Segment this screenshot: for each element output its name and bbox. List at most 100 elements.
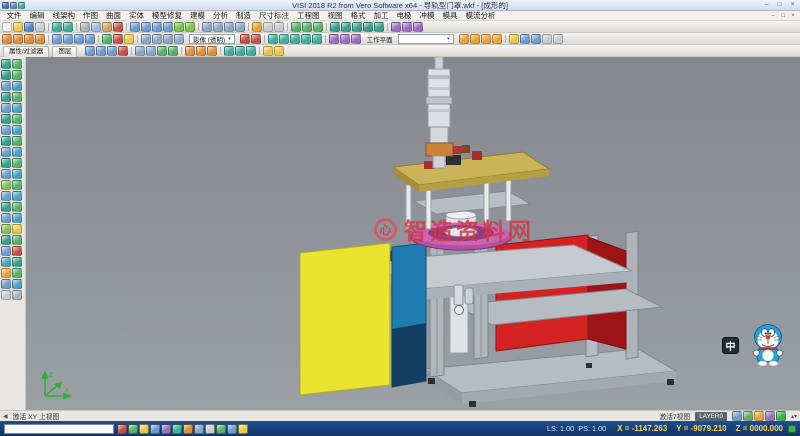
mirror-icon[interactable] — [268, 34, 278, 44]
scale-2d-icon[interactable] — [1, 169, 11, 179]
boolean-intersect-icon[interactable] — [124, 34, 134, 44]
workplane-xz-icon[interactable] — [481, 34, 491, 44]
panel-tab-layers[interactable]: 图层 — [52, 46, 77, 57]
fillet-icon[interactable] — [141, 34, 151, 44]
block-2d-icon[interactable] — [12, 213, 22, 223]
open-folder-icon[interactable] — [13, 22, 23, 32]
maximize-button[interactable]: □ — [773, 0, 786, 10]
erase-icon[interactable] — [12, 246, 22, 256]
hidden-line-icon[interactable] — [274, 22, 284, 32]
layers-icon[interactable] — [291, 22, 301, 32]
workplane-xy-icon[interactable] — [470, 34, 480, 44]
statusbar-scroll-arrows[interactable]: ▴▾ — [791, 413, 797, 420]
rotate-icon[interactable] — [301, 34, 311, 44]
save-icon[interactable] — [24, 22, 34, 32]
shaded-view-icon[interactable] — [252, 22, 262, 32]
active-layer-chip[interactable]: LAYER0 — [695, 412, 727, 421]
new-document-icon[interactable] — [2, 22, 12, 32]
shading-mode-dropdown[interactable]: 影像 (透明) ▾ — [189, 34, 235, 44]
arc-icon[interactable] — [352, 22, 362, 32]
arc-2d-icon[interactable] — [12, 70, 22, 80]
move-2d-icon[interactable] — [12, 147, 22, 157]
leader-icon[interactable] — [12, 202, 22, 212]
line-2d-icon[interactable] — [12, 59, 22, 69]
ellipse-2d-icon[interactable] — [12, 81, 22, 91]
material-icon[interactable] — [531, 34, 541, 44]
zoom-in-icon[interactable] — [152, 22, 162, 32]
curve-icon[interactable] — [374, 22, 384, 32]
hatch-icon[interactable] — [1, 180, 11, 190]
shell-icon[interactable] — [163, 34, 173, 44]
sphere-primitive-icon[interactable] — [24, 34, 34, 44]
capture-icon[interactable] — [553, 34, 563, 44]
properties-2d-icon[interactable] — [12, 235, 22, 245]
chamfer-icon[interactable] — [152, 34, 162, 44]
app-logo-icon[interactable] — [2, 2, 9, 9]
workplane-dropdown[interactable]: ▾ — [398, 34, 454, 44]
zoom-out-icon[interactable] — [163, 22, 173, 32]
render-icon[interactable] — [520, 34, 530, 44]
hole-icon[interactable] — [174, 34, 184, 44]
menu-manufacture[interactable]: 制造 — [233, 11, 255, 21]
view-back-arrow[interactable]: ◀ — [3, 413, 8, 420]
wcs-small-icon[interactable] — [754, 411, 764, 421]
paste-icon[interactable] — [102, 22, 112, 32]
menu-analysis[interactable]: 分析 — [210, 11, 232, 21]
snap-grid-icon[interactable] — [194, 424, 204, 434]
boolean-subtract-icon[interactable] — [113, 34, 123, 44]
filter-icon[interactable] — [302, 22, 312, 32]
snap-quadrant-icon[interactable] — [161, 424, 171, 434]
menu-modeling[interactable]: 建模 — [187, 11, 209, 21]
boolean-union-icon[interactable] — [102, 34, 112, 44]
block-icon[interactable] — [207, 46, 217, 56]
grid-icon[interactable] — [351, 34, 361, 44]
menu-model-repair[interactable]: 模型修复 — [149, 11, 186, 21]
dim-radial-icon[interactable] — [12, 191, 22, 201]
menu-format[interactable]: 格式 — [347, 11, 369, 21]
polar-toggle-icon[interactable] — [216, 424, 226, 434]
print-icon[interactable] — [35, 22, 45, 32]
layer-manager-icon[interactable] — [1, 224, 11, 234]
wireframe-view-icon[interactable] — [263, 22, 273, 32]
refresh-icon[interactable] — [157, 46, 167, 56]
line-icon[interactable] — [341, 22, 351, 32]
menu-edit[interactable]: 编辑 — [26, 11, 48, 21]
circle-2d-icon[interactable] — [1, 81, 11, 91]
snap-intersection-icon[interactable] — [150, 424, 160, 434]
text-icon[interactable] — [413, 22, 423, 32]
snap-endpoint-icon[interactable] — [117, 424, 127, 434]
panel-tab-properties-filter[interactable]: 属性/过滤器 — [3, 46, 49, 57]
menu-mould[interactable]: 模具 — [439, 11, 461, 21]
ungroup-icon[interactable] — [196, 46, 206, 56]
stretch-icon[interactable] — [12, 169, 22, 179]
measure-icon[interactable] — [391, 22, 401, 32]
extrude-icon[interactable] — [52, 34, 62, 44]
rectangle-icon[interactable] — [12, 92, 22, 102]
scale-icon[interactable] — [312, 34, 322, 44]
linetype-icon[interactable] — [1, 235, 11, 245]
offset-icon[interactable] — [12, 103, 22, 113]
zoom-window-icon[interactable] — [141, 22, 151, 32]
ucs-2d-icon[interactable] — [1, 268, 11, 278]
rotate-view-icon[interactable] — [185, 22, 195, 32]
extend-icon[interactable] — [12, 114, 22, 124]
next-view-icon[interactable] — [146, 46, 156, 56]
view-right-icon[interactable] — [235, 22, 245, 32]
help-icon[interactable] — [274, 46, 284, 56]
minimize-button[interactable]: – — [760, 0, 773, 10]
point-icon[interactable] — [330, 22, 340, 32]
undo-icon[interactable] — [52, 22, 62, 32]
close-button[interactable]: × — [786, 0, 799, 10]
copy-icon[interactable] — [91, 22, 101, 32]
isolate-icon[interactable] — [235, 46, 245, 56]
menu-electrode[interactable]: 电极 — [393, 11, 415, 21]
menu-dimension[interactable]: 尺寸标注 — [256, 11, 293, 21]
polygon-icon[interactable] — [1, 103, 11, 113]
symbol-icon[interactable] — [1, 213, 11, 223]
fillet-2d-icon[interactable] — [1, 136, 11, 146]
settings-icon[interactable] — [12, 290, 22, 300]
section-icon[interactable] — [240, 34, 250, 44]
color-picker-icon[interactable] — [12, 224, 22, 234]
viewport-3d[interactable]: 心 智造资料网 Z X 中 — [26, 57, 800, 410]
menu-flow[interactable]: 模流分析 — [462, 11, 499, 21]
